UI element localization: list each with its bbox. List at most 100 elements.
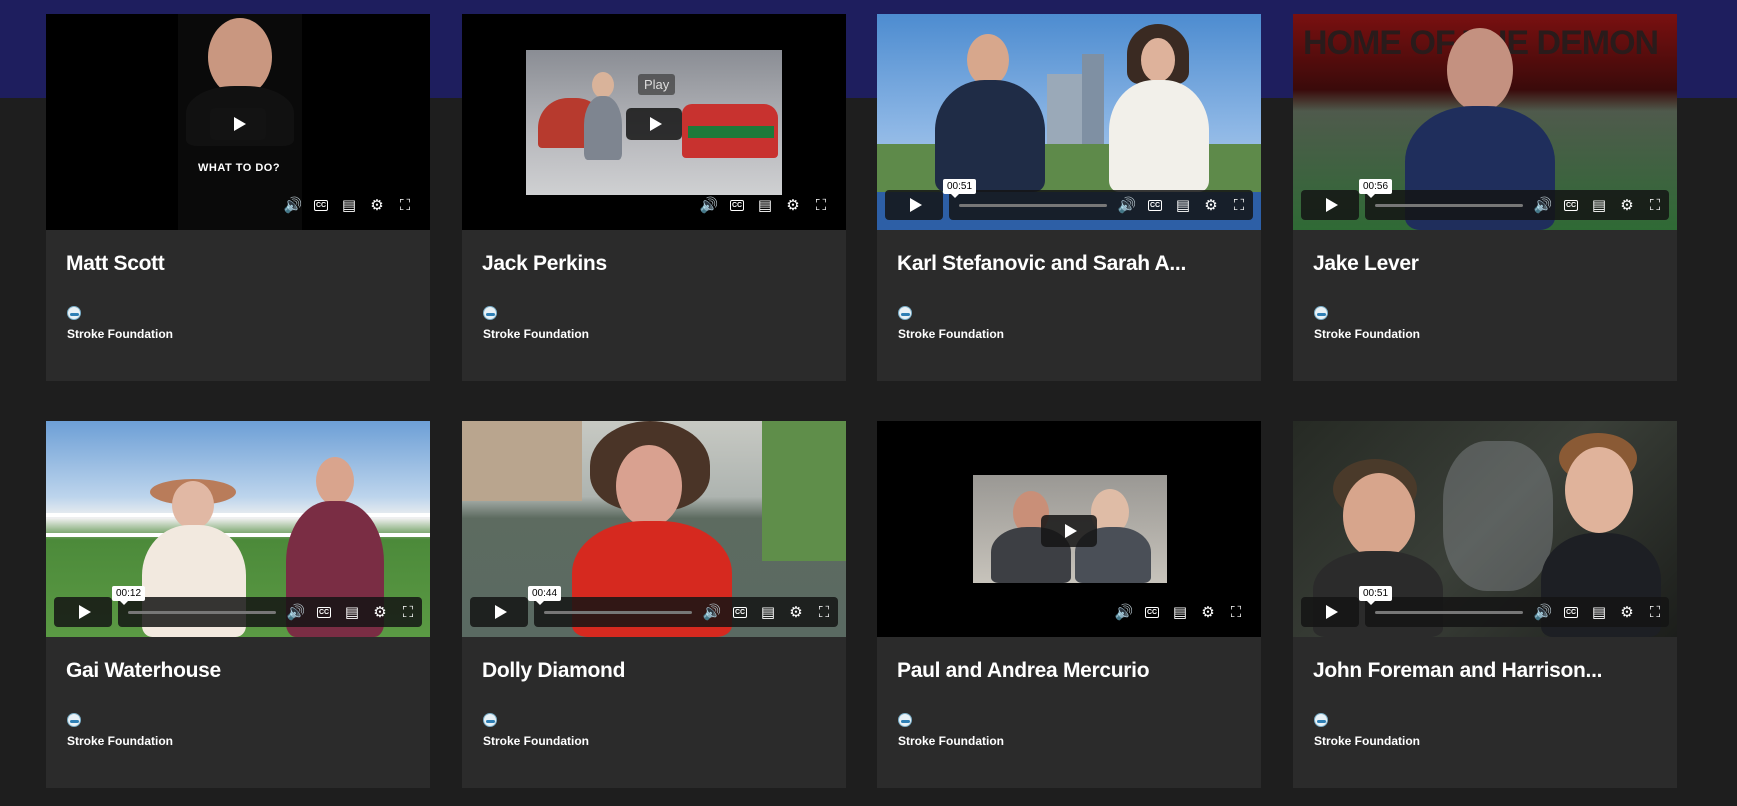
volume-icon[interactable]: 🔊 <box>282 597 310 627</box>
closed-captions-icon[interactable]: CC <box>307 190 335 220</box>
volume-icon[interactable]: 🔊 <box>698 597 726 627</box>
card-info: Jake Lever Stroke Foundation <box>1293 230 1677 381</box>
video-title[interactable]: Jack Perkins <box>482 252 826 276</box>
video-caption: WHAT TO DO? <box>198 162 281 174</box>
fullscreen-icon[interactable]: ⛶ <box>1641 190 1669 220</box>
progress-track[interactable] <box>128 611 276 614</box>
play-button[interactable] <box>626 108 682 140</box>
video-player[interactable]: 🔊 CC ▤ ⚙ ⛶ 00:12 <box>46 421 430 637</box>
settings-gear-icon[interactable]: ⚙ <box>1613 190 1641 220</box>
video-card[interactable]: 🔊 CC ▤ ⚙ ⛶ 00:44 Dolly Diamond Stroke Fo… <box>462 421 846 788</box>
fullscreen-icon[interactable]: ⛶ <box>1222 597 1250 627</box>
closed-captions-icon[interactable]: CC <box>723 190 751 220</box>
volume-icon[interactable]: 🔊 <box>1113 190 1141 220</box>
play-button[interactable] <box>1301 190 1359 220</box>
play-button[interactable] <box>210 108 266 140</box>
stroke-foundation-logo-icon <box>483 713 497 727</box>
video-card[interactable]: Play 🔊 CC ▤ ⚙ ⛶ Jack Perkins Stroke Foun… <box>462 14 846 381</box>
closed-captions-icon[interactable]: CC <box>1557 190 1585 220</box>
video-player[interactable]: WHAT TO DO? 🔊 CC ▤ ⚙ ⛶ <box>46 14 430 230</box>
transcript-icon[interactable]: ▤ <box>1169 190 1197 220</box>
video-card[interactable]: WHAT TO DO? 🔊 CC ▤ ⚙ ⛶ Matt Scott Stroke… <box>46 14 430 381</box>
progress-track[interactable] <box>1375 611 1523 614</box>
control-bar: 🔊 CC ▤ ⚙ ⛶ <box>534 597 838 627</box>
stroke-foundation-logo-icon <box>67 306 81 320</box>
progress-track[interactable] <box>544 611 692 614</box>
video-card[interactable]: 🔊 CC ▤ ⚙ ⛶ 00:51 Karl Stefanovic and Sar… <box>877 14 1261 381</box>
transcript-icon[interactable]: ▤ <box>338 597 366 627</box>
transcript-icon[interactable]: ▤ <box>754 597 782 627</box>
transcript-icon[interactable]: ▤ <box>1585 190 1613 220</box>
org-name[interactable]: Stroke Foundation <box>898 734 1004 748</box>
closed-captions-icon[interactable]: CC <box>1141 190 1169 220</box>
video-title[interactable]: Paul and Andrea Mercurio <box>897 659 1241 683</box>
fullscreen-icon[interactable]: ⛶ <box>1225 190 1253 220</box>
card-info: Jack Perkins Stroke Foundation <box>462 230 846 381</box>
org-name[interactable]: Stroke Foundation <box>483 734 589 748</box>
progress-track[interactable] <box>959 204 1107 207</box>
settings-gear-icon[interactable]: ⚙ <box>1194 597 1222 627</box>
org-name[interactable]: Stroke Foundation <box>1314 734 1420 748</box>
fullscreen-icon[interactable]: ⛶ <box>807 190 835 220</box>
video-player[interactable]: 🔊 CC ▤ ⚙ ⛶ 00:44 <box>462 421 846 637</box>
video-player[interactable]: HOME OF THE DEMON 🔊 CC ▤ ⚙ ⛶ 00:56 <box>1293 14 1677 230</box>
card-info: Paul and Andrea Mercurio Stroke Foundati… <box>877 637 1261 788</box>
settings-gear-icon[interactable]: ⚙ <box>782 597 810 627</box>
settings-gear-icon[interactable]: ⚙ <box>779 190 807 220</box>
settings-gear-icon[interactable]: ⚙ <box>1613 597 1641 627</box>
control-bar: 🔊 CC ▤ ⚙ ⛶ <box>1365 190 1669 220</box>
play-button[interactable] <box>1301 597 1359 627</box>
closed-captions-icon[interactable]: CC <box>1138 597 1166 627</box>
video-player[interactable]: 🔊 CC ▤ ⚙ ⛶ 00:51 <box>1293 421 1677 637</box>
video-title[interactable]: Dolly Diamond <box>482 659 826 683</box>
org-name[interactable]: Stroke Foundation <box>483 327 589 341</box>
control-bar: 🔊 CC ▤ ⚙ ⛶ <box>279 190 419 220</box>
play-button[interactable] <box>1041 515 1097 547</box>
video-card[interactable]: 🔊 CC ▤ ⚙ ⛶ 00:12 Gai Waterhouse Stroke F… <box>46 421 430 788</box>
video-player[interactable]: 🔊 CC ▤ ⚙ ⛶ 00:51 <box>877 14 1261 230</box>
transcript-icon[interactable]: ▤ <box>751 190 779 220</box>
control-bar: 🔊 CC ▤ ⚙ ⛶ <box>118 597 422 627</box>
fullscreen-icon[interactable]: ⛶ <box>1641 597 1669 627</box>
volume-icon[interactable]: 🔊 <box>1110 597 1138 627</box>
video-title[interactable]: Jake Lever <box>1313 252 1657 276</box>
video-card[interactable]: 🔊 CC ▤ ⚙ ⛶ Paul and Andrea Mercurio Stro… <box>877 421 1261 788</box>
org-name[interactable]: Stroke Foundation <box>1314 327 1420 341</box>
org-name[interactable]: Stroke Foundation <box>67 734 173 748</box>
fullscreen-icon[interactable]: ⛶ <box>391 190 419 220</box>
video-title[interactable]: Gai Waterhouse <box>66 659 410 683</box>
card-info: Gai Waterhouse Stroke Foundation <box>46 637 430 788</box>
closed-captions-icon[interactable]: CC <box>726 597 754 627</box>
volume-icon[interactable]: 🔊 <box>1529 597 1557 627</box>
progress-track[interactable] <box>1375 204 1523 207</box>
video-title[interactable]: John Foreman and Harrison... <box>1313 659 1657 683</box>
settings-gear-icon[interactable]: ⚙ <box>363 190 391 220</box>
settings-gear-icon[interactable]: ⚙ <box>366 597 394 627</box>
transcript-icon[interactable]: ▤ <box>1166 597 1194 627</box>
transcript-icon[interactable]: ▤ <box>335 190 363 220</box>
closed-captions-icon[interactable]: CC <box>1557 597 1585 627</box>
volume-icon[interactable]: 🔊 <box>1529 190 1557 220</box>
time-tooltip: 00:12 <box>112 586 146 605</box>
play-button[interactable] <box>470 597 528 627</box>
closed-captions-icon[interactable]: CC <box>310 597 338 627</box>
settings-gear-icon[interactable]: ⚙ <box>1197 190 1225 220</box>
time-tooltip: 00:51 <box>1359 586 1393 605</box>
stroke-foundation-logo-icon <box>898 306 912 320</box>
video-player[interactable]: 🔊 CC ▤ ⚙ ⛶ <box>877 421 1261 637</box>
volume-icon[interactable]: 🔊 <box>279 190 307 220</box>
transcript-icon[interactable]: ▤ <box>1585 597 1613 627</box>
video-title[interactable]: Matt Scott <box>66 252 410 276</box>
video-player[interactable]: Play 🔊 CC ▤ ⚙ ⛶ <box>462 14 846 230</box>
stroke-foundation-logo-icon <box>1314 713 1328 727</box>
video-card[interactable]: 🔊 CC ▤ ⚙ ⛶ 00:51 John Foreman and Harris… <box>1293 421 1677 788</box>
org-name[interactable]: Stroke Foundation <box>67 327 173 341</box>
fullscreen-icon[interactable]: ⛶ <box>394 597 422 627</box>
play-button[interactable] <box>885 190 943 220</box>
video-title[interactable]: Karl Stefanovic and Sarah A... <box>897 252 1241 276</box>
fullscreen-icon[interactable]: ⛶ <box>810 597 838 627</box>
play-button[interactable] <box>54 597 112 627</box>
video-card[interactable]: HOME OF THE DEMON 🔊 CC ▤ ⚙ ⛶ 00:56 Jake … <box>1293 14 1677 381</box>
volume-icon[interactable]: 🔊 <box>695 190 723 220</box>
org-name[interactable]: Stroke Foundation <box>898 327 1004 341</box>
